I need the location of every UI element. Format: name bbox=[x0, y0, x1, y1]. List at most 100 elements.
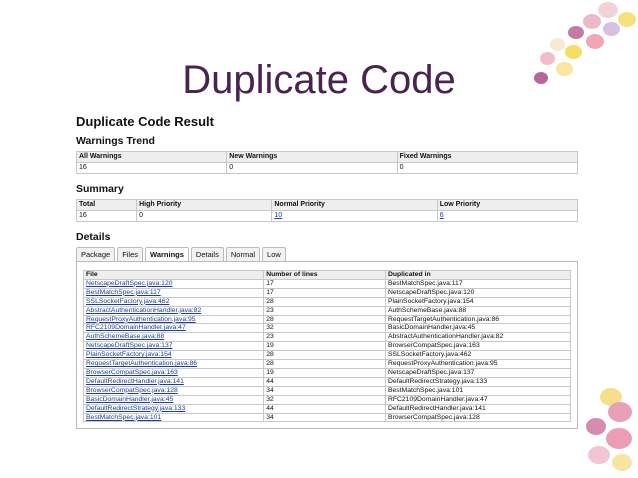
egg-decoration bbox=[608, 402, 632, 422]
tab-package[interactable]: Package bbox=[76, 247, 116, 261]
file-link-cell: DefaultRedirectStrategy.java:133 bbox=[82, 403, 265, 414]
file-link[interactable]: NetscapeDraftSpec.java:120 bbox=[86, 280, 173, 287]
egg-decoration bbox=[612, 454, 632, 471]
duplicated-in-cell: BasicDomainHandler.java:45 bbox=[384, 323, 572, 334]
file-link[interactable]: BestMatchSpec.java:101 bbox=[86, 414, 161, 421]
low-priority-header: Low Priority bbox=[436, 199, 579, 211]
line-count-cell: 28 bbox=[263, 296, 386, 307]
summary-table: Total High Priority Normal Priority Low … bbox=[75, 199, 579, 222]
file-link[interactable]: RequestProxyAuthentication.java:95 bbox=[86, 316, 196, 323]
table-row: NetscapeDraftSpec.java:137 19 BrowserCompa… bbox=[82, 341, 572, 352]
warnings-trend-heading: Warnings Trend bbox=[76, 135, 155, 147]
details-tabs: Package Files Warnings Details Normal Lo… bbox=[76, 247, 578, 261]
duplicated-in-cell: RequestProxyAuthentication.java:95 bbox=[384, 359, 572, 369]
file-link-cell: PlainSocketFactory.java:154 bbox=[82, 350, 265, 361]
line-count-cell: 28 bbox=[263, 350, 386, 361]
file-link-cell: RFC2109DomainHandler.java:47 bbox=[82, 323, 265, 334]
duplicated-in-header: Duplicated in bbox=[384, 270, 572, 280]
table-row: DefaultRedirectHandler.java:141 44 Default… bbox=[82, 376, 572, 387]
duplicated-in-cell: BestMatchSpec.java:117 bbox=[384, 278, 572, 289]
high-priority-header: High Priority bbox=[136, 199, 273, 211]
line-count-cell: 32 bbox=[263, 323, 386, 334]
warnings-panel: File Number of lines Duplicated in Netsc… bbox=[76, 261, 578, 430]
table-row: SSLSocketFactory.java:462 28 PlainSocketFa… bbox=[82, 296, 572, 307]
table-row: BestMatchSpec.java:117 17 NetscapeDraftSpe… bbox=[82, 287, 572, 298]
table-row: BestMatchSpec.java:101 34 BrowserCompatSpe… bbox=[82, 412, 572, 423]
all-warnings-value: 16 bbox=[75, 162, 228, 174]
total-header: Total bbox=[75, 199, 138, 211]
egg-decoration bbox=[586, 34, 604, 49]
line-count-cell: 23 bbox=[263, 332, 386, 343]
line-count-cell: 17 bbox=[263, 287, 386, 298]
page-heading: Duplicate Code Result bbox=[76, 114, 214, 129]
low-priority-link[interactable]: 6 bbox=[440, 212, 444, 219]
file-link[interactable]: BestMatchSpec.java:117 bbox=[86, 289, 161, 296]
line-count-cell: 34 bbox=[263, 385, 386, 396]
file-link-cell: BestMatchSpec.java:117 bbox=[82, 287, 265, 298]
line-count-cell: 28 bbox=[263, 314, 386, 325]
file-link[interactable]: DefaultRedirectStrategy.java:133 bbox=[86, 405, 185, 412]
high-priority-value: 0 bbox=[136, 210, 273, 222]
line-count-cell: 23 bbox=[263, 305, 386, 316]
table-row: AbstractAuthenticationHandler.java:82 23 A… bbox=[82, 305, 572, 316]
file-link-cell: RequestTargetAuthentication.java:86 bbox=[82, 359, 265, 369]
tab-warnings[interactable]: Warnings bbox=[145, 247, 189, 261]
egg-decoration bbox=[565, 45, 582, 59]
table-header-row: All Warnings New Warnings Fixed Warnings bbox=[75, 151, 579, 163]
file-link[interactable]: AuthSchemeBase.java:88 bbox=[86, 333, 164, 340]
duplicated-in-cell: DefaultRedirectHandler.java:141 bbox=[384, 403, 572, 414]
file-link-cell: AbstractAuthenticationHandler.java:82 bbox=[82, 305, 265, 316]
file-link-cell: SSLSocketFactory.java:462 bbox=[82, 296, 265, 307]
egg-decoration bbox=[618, 12, 636, 27]
file-link[interactable]: AbstractAuthenticationHandler.java:82 bbox=[86, 307, 201, 314]
line-count-cell: 19 bbox=[263, 341, 386, 352]
duplicated-in-cell: NetscapeDraftSpec.java:120 bbox=[384, 287, 572, 298]
new-warnings-header: New Warnings bbox=[226, 151, 398, 163]
file-link[interactable]: PlainSocketFactory.java:154 bbox=[86, 351, 172, 358]
tab-normal[interactable]: Normal bbox=[225, 247, 261, 261]
table-row: RequestProxyAuthentication.java:95 28 Requ… bbox=[82, 314, 572, 325]
duplicates-table-body: NetscapeDraftSpec.java:120 17 BestMatchSpe… bbox=[82, 278, 572, 423]
file-link[interactable]: BrowserCompatSpec.java:163 bbox=[86, 369, 178, 376]
table-row: BrowserCompatSpec.java:128 34 BestMatchSpe… bbox=[82, 385, 572, 396]
file-link[interactable]: NetscapeDraftSpec.java:137 bbox=[86, 342, 173, 349]
table-row: AuthSchemeBase.java:88 23 AbstractAuthenti… bbox=[82, 332, 572, 343]
file-link[interactable]: RFC2109DomainHandler.java:47 bbox=[86, 324, 186, 331]
tab-details[interactable]: Details bbox=[190, 247, 224, 261]
summary-heading: Summary bbox=[76, 183, 124, 195]
normal-priority-cell: 10 bbox=[271, 210, 438, 222]
new-warnings-value: 0 bbox=[226, 162, 398, 174]
tab-low[interactable]: Low bbox=[262, 247, 286, 261]
normal-priority-link[interactable]: 10 bbox=[274, 212, 282, 219]
fixed-warnings-header: Fixed Warnings bbox=[396, 151, 579, 163]
line-count-cell: 44 bbox=[263, 403, 386, 414]
details-heading: Details bbox=[76, 231, 111, 243]
duplicated-in-cell: AuthSchemeBase.java:88 bbox=[384, 305, 572, 316]
egg-decoration bbox=[568, 26, 584, 39]
egg-decoration bbox=[588, 446, 610, 464]
file-link[interactable]: BrowserCompatSpec.java:128 bbox=[86, 387, 178, 394]
file-link-cell: BrowserCompatSpec.java:163 bbox=[82, 367, 265, 378]
egg-decoration bbox=[583, 14, 601, 29]
duplicated-in-cell: BestMatchSpec.java:101 bbox=[384, 385, 572, 396]
decorative-eggs-bottom bbox=[578, 388, 638, 478]
egg-decoration bbox=[550, 38, 565, 51]
duplicated-in-cell: DefaultRedirectStrategy.java:133 bbox=[384, 376, 572, 387]
file-link[interactable]: RequestTargetAuthentication.java:86 bbox=[86, 360, 197, 367]
duplicated-in-cell: RequestTargetAuthentication.java:86 bbox=[384, 314, 572, 325]
file-link[interactable]: SSLSocketFactory.java:462 bbox=[86, 298, 169, 305]
egg-decoration bbox=[603, 22, 620, 36]
fixed-warnings-value: 0 bbox=[396, 162, 579, 174]
table-row: RequestTargetAuthentication.java:86 28 Req… bbox=[82, 359, 572, 369]
table-row: BasicDomainHandler.java:45 32 RFC2109Domai… bbox=[82, 394, 572, 405]
duplicated-in-cell: BrowserCompatSpec.java:128 bbox=[384, 412, 572, 423]
table-row: RFC2109DomainHandler.java:47 32 BasicDomai… bbox=[82, 323, 572, 334]
table-header-row: File Number of lines Duplicated in bbox=[82, 270, 572, 280]
file-link[interactable]: BasicDomainHandler.java:45 bbox=[86, 396, 173, 403]
tab-files[interactable]: Files bbox=[117, 247, 144, 261]
file-link[interactable]: DefaultRedirectHandler.java:141 bbox=[86, 378, 184, 385]
duplicated-in-cell: AbstractAuthenticationHandler.java:82 bbox=[384, 332, 572, 343]
table-row: BrowserCompatSpec.java:163 19 NetscapeDraf… bbox=[82, 367, 572, 378]
warnings-trend-table: All Warnings New Warnings Fixed Warnings… bbox=[75, 151, 579, 174]
table-header-row: Total High Priority Normal Priority Low … bbox=[75, 199, 579, 211]
